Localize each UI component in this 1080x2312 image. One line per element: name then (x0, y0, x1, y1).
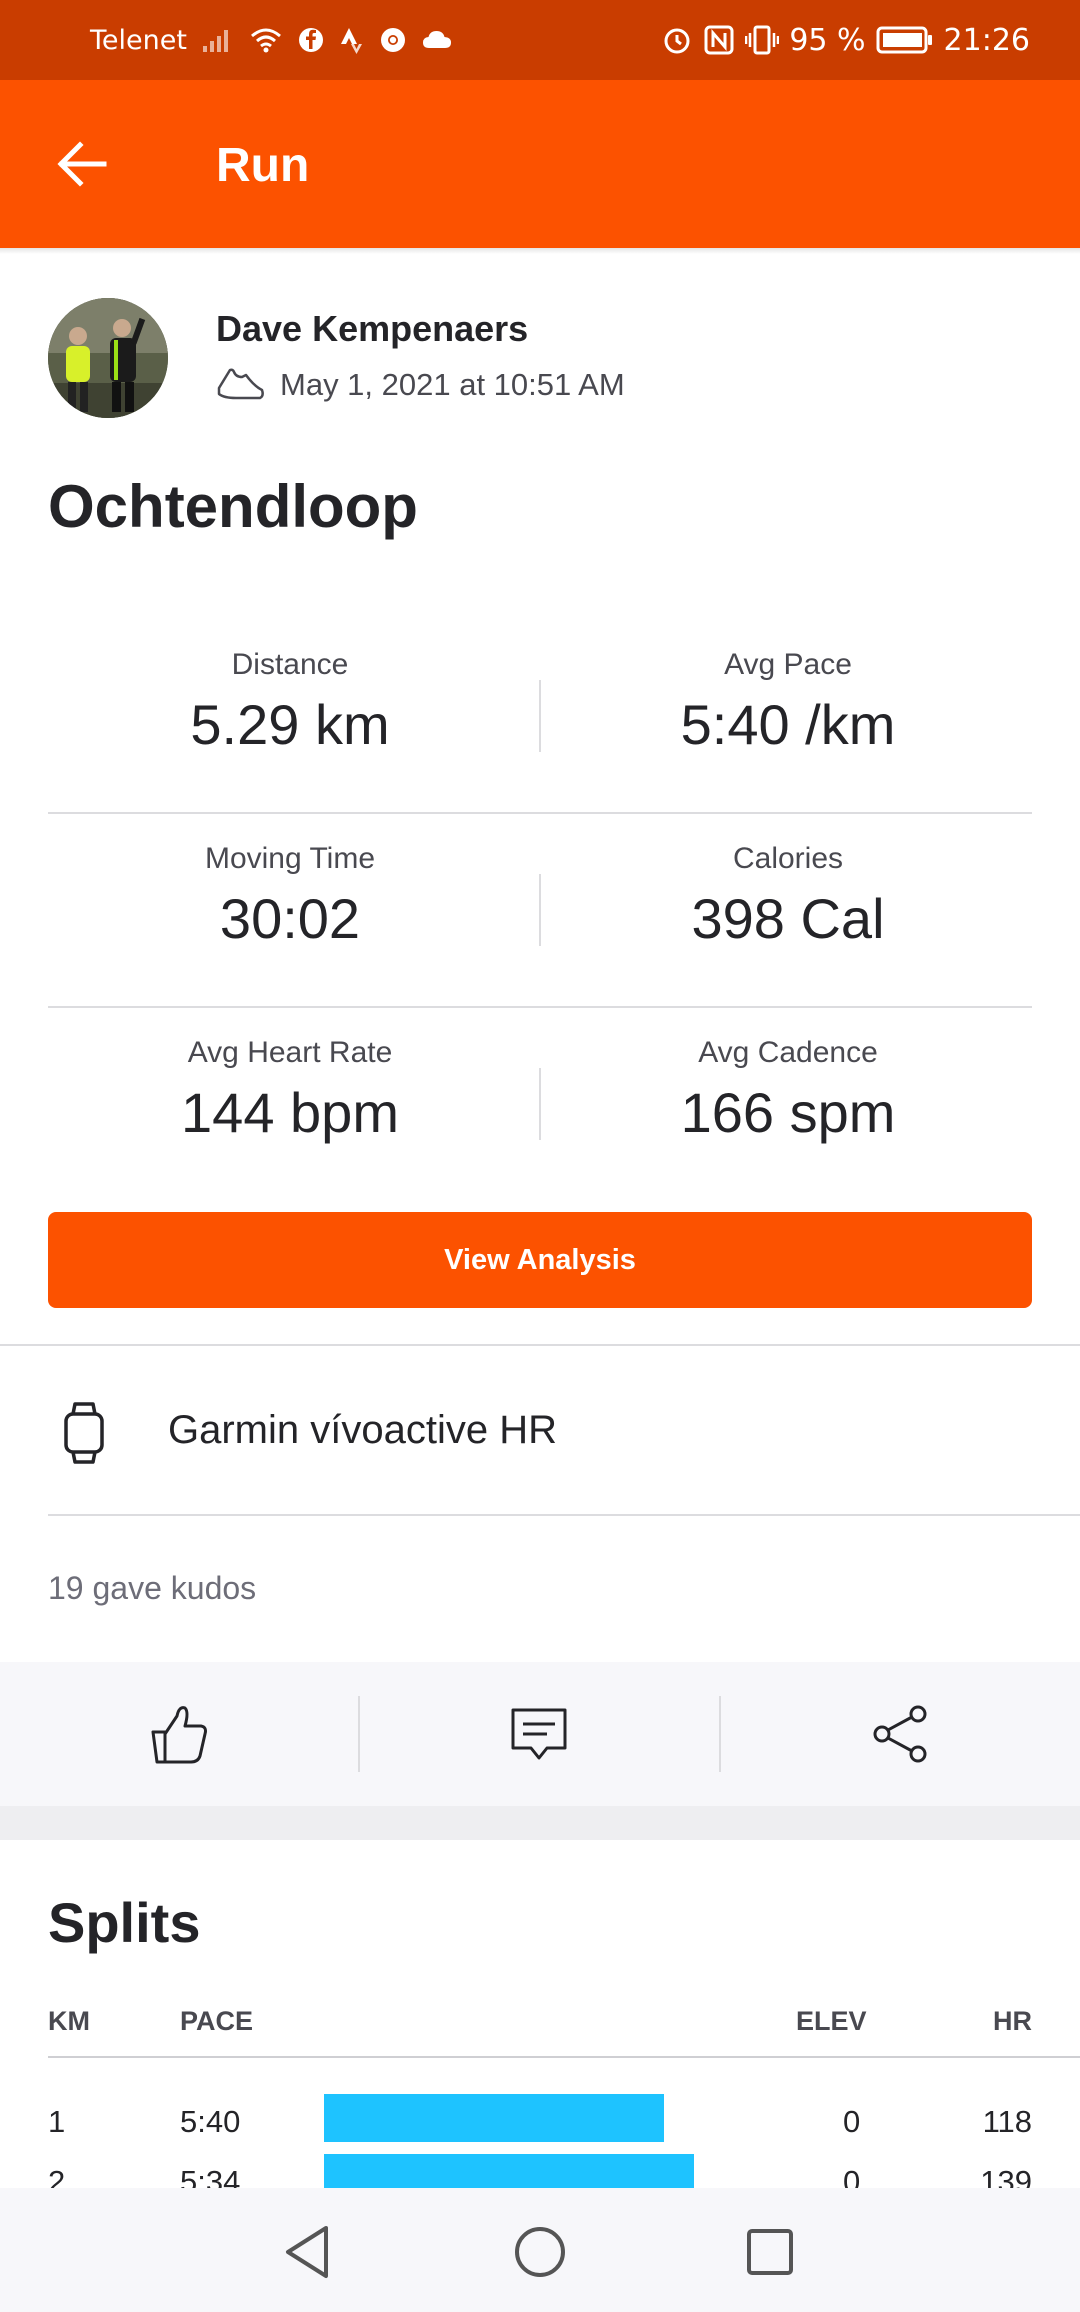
square-recents-icon (747, 2229, 793, 2275)
activity-datetime: May 1, 2021 at 10:51 AM (280, 367, 625, 402)
cloud-icon (421, 28, 453, 52)
nfc-icon (703, 24, 735, 56)
stat-label: Avg Cadence (698, 1036, 878, 1069)
alarm-icon (661, 24, 693, 56)
app-bar-shadow (0, 248, 1080, 254)
stat-label: Avg Heart Rate (187, 1036, 393, 1069)
share-icon (873, 1705, 927, 1763)
battery-icon (876, 25, 934, 55)
stat-label: Moving Time (204, 842, 376, 875)
back-button[interactable] (52, 134, 112, 194)
stat-value: 166 spm (680, 1081, 896, 1144)
splits-header-divider (48, 2056, 1080, 2058)
thumbs-up-icon (151, 1706, 207, 1764)
split-row: 1 5:40 0 118 (0, 2094, 1080, 2154)
section-divider (48, 1514, 1080, 1516)
page-title: Run (216, 139, 310, 192)
stat-label: Calories (732, 842, 844, 875)
vibrate-icon (745, 24, 780, 56)
nav-back-button[interactable] (278, 2222, 338, 2282)
avatar[interactable] (48, 298, 168, 418)
stat-row-divider (48, 1006, 1032, 1008)
status-bar: Telenet 95 % 21:26 (0, 0, 1080, 80)
stat-distance: Distance 5.29 km (42, 648, 538, 757)
splits-header-elev: ELEV (796, 2006, 867, 2036)
strava-icon (339, 26, 365, 54)
arrow-left-icon (57, 141, 107, 187)
battery-percentage: 95 % (789, 22, 866, 58)
kudos-button[interactable] (0, 1662, 358, 1806)
app-bar: Run (0, 80, 1080, 248)
stat-row-divider (48, 812, 1032, 814)
splits-header-km: KM (48, 2006, 90, 2036)
nav-recents-button[interactable] (740, 2222, 800, 2282)
facebook-icon (297, 26, 325, 54)
stat-label: Distance (231, 648, 349, 681)
section-divider (0, 1344, 1080, 1346)
comment-button[interactable] (360, 1662, 718, 1806)
stat-avg-cadence: Avg Cadence 166 spm (540, 1036, 1036, 1145)
stat-calories: Calories 398 Cal (540, 842, 1036, 951)
device-name[interactable]: Garmin vívoactive HR (168, 1408, 557, 1453)
split-pace-bar (324, 2094, 664, 2142)
view-analysis-button[interactable]: View Analysis (48, 1212, 1032, 1308)
comment-icon (511, 1708, 567, 1760)
shoe-icon (216, 366, 266, 404)
activity-title: Ochtendloop (48, 473, 418, 540)
watch-icon (62, 1402, 106, 1464)
system-nav-bar (0, 2188, 1080, 2312)
stat-value: 144 bpm (181, 1081, 399, 1144)
stat-avg-pace: Avg Pace 5:40 /km (540, 648, 1036, 757)
splits-header-hr: HR (993, 2006, 1032, 2036)
circle-home-icon (515, 2227, 565, 2277)
stat-value: 5:40 /km (680, 693, 896, 756)
wifi-icon (249, 26, 283, 54)
triangle-back-icon (286, 2226, 328, 2278)
stat-value: 30:02 (219, 887, 361, 950)
splits-header-pace: PACE (180, 2006, 254, 2036)
signal-icon (201, 26, 235, 54)
chrome-icon (379, 26, 407, 54)
carrier-label: Telenet (90, 24, 187, 56)
stat-label: Avg Pace (724, 648, 852, 681)
split-elev: 0 (843, 2104, 861, 2139)
activity-meta: May 1, 2021 at 10:51 AM (216, 366, 625, 404)
share-button[interactable] (721, 1662, 1079, 1806)
stat-value: 5.29 km (190, 693, 390, 756)
section-gap (0, 1806, 1080, 1840)
split-pace: 5:40 (180, 2104, 241, 2139)
split-hr: 118 (982, 2104, 1032, 2139)
action-bar (0, 1662, 1080, 1806)
nav-home-button[interactable] (510, 2222, 570, 2282)
stat-moving-time: Moving Time 30:02 (42, 842, 538, 951)
clock: 21:26 (943, 22, 1030, 58)
splits-title: Splits (48, 1891, 201, 1954)
kudos-count[interactable]: 19 gave kudos (48, 1570, 256, 1607)
stat-value: 398 Cal (691, 887, 885, 950)
split-km: 1 (48, 2104, 66, 2139)
athlete-photo (48, 298, 168, 418)
stat-avg-heart-rate: Avg Heart Rate 144 bpm (42, 1036, 538, 1145)
athlete-name[interactable]: Dave Kempenaers (216, 308, 528, 350)
